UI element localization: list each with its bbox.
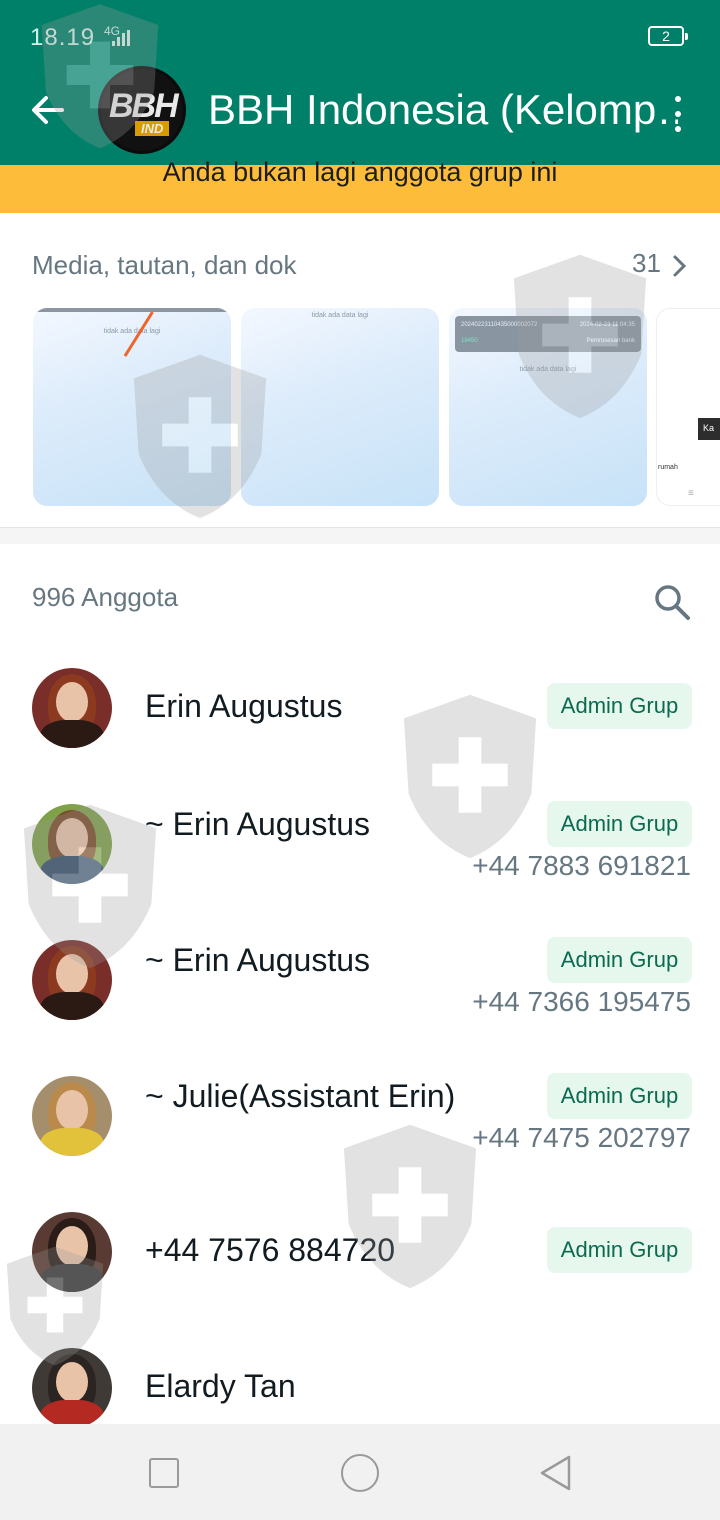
logo-sub-text: IND <box>135 121 170 136</box>
member-name: +44 7576 884720 <box>145 1232 396 1268</box>
members-count-heading: 996 Anggota <box>32 582 179 612</box>
media-heading[interactable]: Media, tautan, dan dok <box>32 250 297 281</box>
admin-badge: Admin Grup <box>547 801 692 847</box>
back-arrow-icon[interactable] <box>26 88 70 132</box>
member-phone: +44 7883 691821 <box>472 850 691 881</box>
avatar <box>32 940 112 1020</box>
member-row[interactable]: +44 7576 884720 Admin Grup <box>0 1204 720 1340</box>
banner-text: Anda bukan lagi anggota grup ini <box>162 157 558 187</box>
thumb-caption: tidak ada data lagi <box>519 366 577 373</box>
avatar <box>32 1348 112 1424</box>
thumb-home-label: rumah <box>658 464 678 471</box>
media-count[interactable]: 31 <box>632 248 661 279</box>
admin-badge: Admin Grup <box>547 937 692 983</box>
thumb-caption: tidak ada data lagi <box>103 328 161 335</box>
admin-badge: Admin Grup <box>547 1073 692 1119</box>
media-thumbnail[interactable]: tidak ada data lagi <box>241 308 439 506</box>
member-row[interactable]: Erin Augustus Admin Grup <box>0 660 720 796</box>
member-row[interactable]: Elardy Tan <box>0 1340 720 1424</box>
avatar <box>32 668 112 748</box>
member-name: Erin Augustus <box>145 688 343 724</box>
member-name: ~ Julie(Assistant Erin) <box>145 1078 456 1114</box>
status-time: 18.19 <box>30 24 96 51</box>
app-header: 18.19 4G 2 BBH IND BBH Indonesia (Kelomp… <box>0 0 720 165</box>
thumb-panel-note: Pemrosesan bank <box>586 338 635 344</box>
member-row[interactable]: ~ Erin Augustus Admin Grup +44 7366 1954… <box>0 932 720 1068</box>
member-name: ~ Erin Augustus <box>145 806 371 842</box>
signal-icon <box>112 30 132 46</box>
avatar <box>32 1212 112 1292</box>
thumb-panel-right: 2024-02-23 11:04:35 <box>579 322 635 328</box>
not-member-banner: Anda bukan lagi anggota grup ini <box>0 157 720 213</box>
media-section: Media, tautan, dan dok 31 tidak ada data… <box>0 222 720 528</box>
section-divider <box>0 528 720 544</box>
member-row[interactable]: ~ Julie(Assistant Erin) Admin Grup +44 7… <box>0 1068 720 1204</box>
media-thumbnail[interactable]: 20240223110435000002072 2024-02-23 11:04… <box>449 308 647 506</box>
thumb-panel-value: 18450 <box>461 338 478 344</box>
member-row[interactable]: ~ Erin Augustus Admin Grup +44 7883 6918… <box>0 796 720 932</box>
thumb-panel: 20240223110435000002072 2024-02-23 11:04… <box>455 316 641 352</box>
member-name: ~ Erin Augustus <box>145 942 371 978</box>
nav-recents-icon[interactable] <box>149 1458 179 1488</box>
nav-home-icon[interactable] <box>341 1454 379 1492</box>
member-phone: +44 7366 195475 <box>472 986 691 1017</box>
system-nav-bar <box>0 1424 720 1520</box>
thumb-caption: tidak ada data lagi <box>311 312 369 319</box>
group-avatar[interactable]: BBH IND <box>98 66 186 154</box>
member-phone: +44 7475 202797 <box>472 1122 691 1153</box>
thumb-topbar <box>33 308 231 312</box>
search-icon[interactable] <box>650 580 694 624</box>
avatar <box>32 1076 112 1156</box>
admin-badge: Admin Grup <box>547 1227 692 1273</box>
member-name: Elardy Tan <box>145 1368 296 1404</box>
media-thumbnail[interactable]: Ka rumah ≡ <box>656 308 720 506</box>
avatar <box>32 804 112 884</box>
thumb-panel-left: 20240223110435000002072 <box>461 322 538 328</box>
nav-back-icon[interactable] <box>538 1454 574 1492</box>
chevron-right-icon[interactable] <box>672 254 688 278</box>
media-thumbnail[interactable]: tidak ada data lagi <box>33 308 231 506</box>
thumb-lines: ≡ <box>688 488 694 499</box>
admin-badge: Admin Grup <box>547 683 692 729</box>
thumb-tag: Ka <box>698 418 720 440</box>
battery-icon: 2 <box>648 26 688 46</box>
group-title[interactable]: BBH Indonesia (Kelomp… <box>208 86 678 134</box>
status-bar: 18.19 4G 2 <box>0 0 720 70</box>
menu-dots-icon[interactable] <box>672 94 684 134</box>
